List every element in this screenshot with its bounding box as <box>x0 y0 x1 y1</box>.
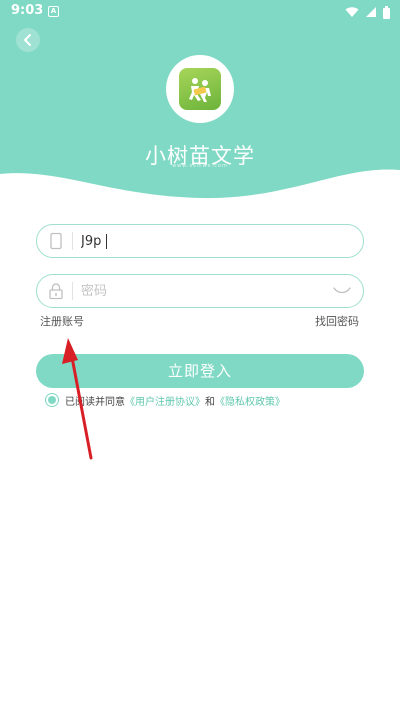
eye-closed-icon[interactable] <box>333 286 351 296</box>
battery-icon <box>383 5 390 19</box>
status-time: 9:03 <box>11 3 44 18</box>
field-divider <box>72 232 73 250</box>
notification-icon: A <box>48 6 59 17</box>
reading-children-logo-icon <box>189 78 211 102</box>
app-url: www.ssmwx.com <box>172 163 228 169</box>
chevron-left-icon <box>24 34 31 46</box>
password-input[interactable] <box>81 276 321 306</box>
agreement-checkbox[interactable] <box>45 393 59 407</box>
agreement-prefix: 已阅读并同意 <box>65 396 125 408</box>
text-caret <box>106 234 107 249</box>
user-agreement-link[interactable]: 《用户注册协议》 <box>125 393 205 408</box>
register-account-link[interactable]: 注册账号 <box>40 313 84 329</box>
lock-icon <box>49 283 63 300</box>
account-field[interactable] <box>36 224 364 258</box>
signal-icon <box>366 7 376 17</box>
password-field[interactable] <box>36 274 364 308</box>
back-button[interactable] <box>16 28 40 52</box>
status-icons <box>345 4 390 20</box>
forgot-password-link[interactable]: 找回密码 <box>315 313 359 329</box>
login-button[interactable]: 立即登入 <box>36 354 364 388</box>
status-bar: 9:03 A <box>0 0 400 24</box>
privacy-policy-link[interactable]: 《隐私权政策》 <box>215 393 285 408</box>
agreement-row: 已阅读并同意 《用户注册协议》 和 《隐私权政策》 <box>45 392 285 408</box>
field-divider <box>72 282 73 300</box>
phone-icon <box>50 232 62 250</box>
agreement-checked-dot <box>48 396 56 404</box>
wifi-icon <box>345 7 359 17</box>
login-screen: 9:03 A 小树苗文学 www.ssmwx.com J9p 注册账号 找回密码… <box>0 0 400 710</box>
app-logo <box>166 55 234 123</box>
logo-badge <box>179 68 221 110</box>
account-input[interactable] <box>81 226 321 256</box>
agreement-and: 和 <box>205 396 215 408</box>
